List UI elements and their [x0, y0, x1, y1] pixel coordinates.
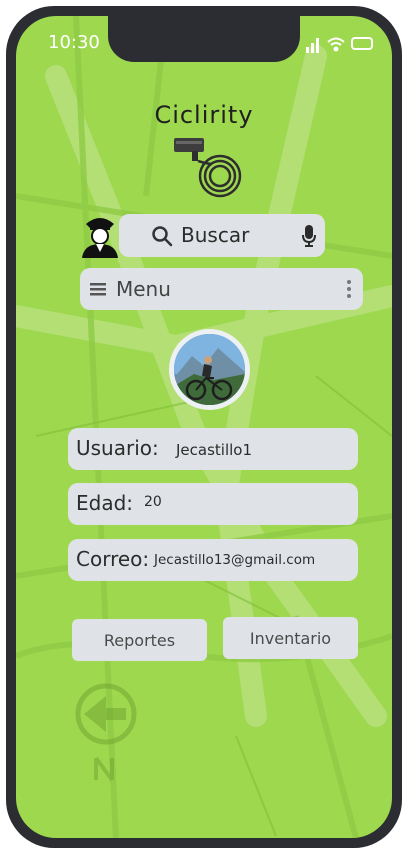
search-input[interactable]: Buscar	[181, 223, 249, 247]
search-icon	[152, 226, 173, 247]
app-screen: 10:30 Ciclirity Buscar Menu Usuario: Jec…	[16, 16, 392, 838]
user-field[interactable]: Usuario: Jecastillo1	[68, 428, 358, 470]
status-icons	[306, 37, 373, 53]
battery-icon	[351, 37, 373, 50]
phone-notch	[108, 16, 300, 62]
police-icon[interactable]	[80, 214, 120, 258]
status-time: 10:30	[48, 32, 100, 53]
avatar[interactable]	[169, 329, 250, 410]
hamburger-icon	[90, 283, 106, 296]
age-value[interactable]: 20	[144, 494, 162, 510]
compass-arrow-icon	[75, 683, 137, 782]
menu-bar[interactable]: Menu	[80, 268, 363, 310]
email-field[interactable]: Correo: Jecastillo13@gmail.com	[68, 539, 358, 581]
wifi-icon	[327, 37, 345, 52]
mic-icon[interactable]	[301, 224, 317, 248]
phone-frame: 10:30 Ciclirity Buscar Menu Usuario: Jec…	[6, 6, 402, 848]
user-value[interactable]: Jecastillo1	[176, 441, 252, 459]
email-value[interactable]: Jecastillo13@gmail.com	[154, 552, 315, 568]
inventory-button[interactable]: Inventario	[223, 617, 358, 659]
bike-lock-logo	[174, 138, 242, 198]
menu-label: Menu	[116, 277, 171, 301]
cyclist-photo	[174, 334, 245, 405]
kebab-icon[interactable]	[347, 280, 351, 298]
signal-icon	[306, 38, 319, 53]
reports-button[interactable]: Reportes	[72, 619, 207, 661]
age-label: Edad:	[76, 491, 134, 515]
app-title: Ciclirity	[154, 101, 254, 129]
user-label: Usuario:	[76, 436, 159, 460]
search-bar[interactable]: Buscar	[119, 214, 325, 257]
age-field[interactable]: Edad: 20	[68, 483, 358, 525]
email-label: Correo:	[76, 547, 150, 571]
